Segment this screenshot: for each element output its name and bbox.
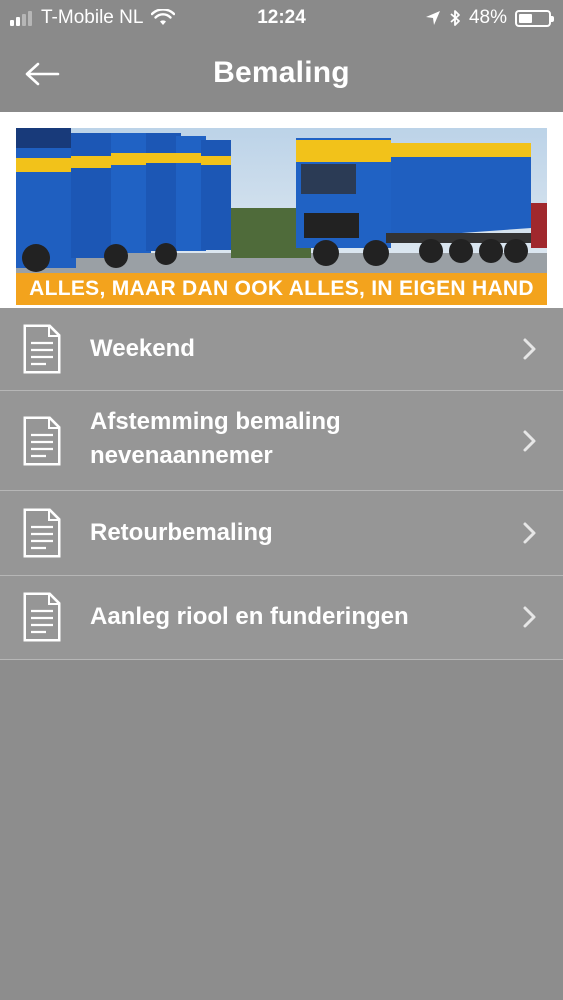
list-item-aanleg-riool[interactable]: Aanleg riool en funderingen <box>0 576 563 660</box>
document-list: Weekend Afstemming bemaling nevenaanneme… <box>0 308 563 660</box>
chevron-right-icon <box>523 338 536 360</box>
document-icon <box>23 592 61 642</box>
document-icon <box>23 508 61 558</box>
list-item-label-line2: nevenaannemer <box>90 442 273 469</box>
battery-percentage: 48% <box>468 7 507 28</box>
chevron-right-icon <box>523 606 536 628</box>
list-item-afstemming-bemaling[interactable]: Afstemming bemaling nevenaannemer <box>0 391 563 491</box>
document-icon <box>23 324 61 374</box>
list-item-retourbemaling[interactable]: Retourbemaling <box>0 491 563 576</box>
list-item-weekend[interactable]: Weekend <box>0 308 563 391</box>
list-item-label: Aanleg riool en funderingen <box>90 603 409 630</box>
status-bar: T-Mobile NL 12:24 48% <box>0 0 563 38</box>
page-title: Bemaling <box>213 56 350 89</box>
bluetooth-icon <box>450 10 460 26</box>
list-item-label: Retourbemaling <box>90 519 273 546</box>
battery-icon <box>515 9 554 27</box>
banner-caption: ALLES, MAAR DAN OOK ALLES, IN EIGEN HAND <box>16 273 547 305</box>
location-icon <box>425 11 440 25</box>
navigation-bar: Bemaling <box>0 38 563 112</box>
document-icon <box>23 416 61 466</box>
chevron-right-icon <box>523 522 536 544</box>
status-right: 48% <box>417 7 554 29</box>
list-item-label: Weekend <box>90 335 195 362</box>
banner-container: ALLES, MAAR DAN OOK ALLES, IN EIGEN HAND <box>0 112 563 308</box>
banner-image: ALLES, MAAR DAN OOK ALLES, IN EIGEN HAND <box>16 128 547 305</box>
chevron-right-icon <box>523 430 536 452</box>
list-item-label-line1: Afstemming bemaling <box>90 408 341 435</box>
